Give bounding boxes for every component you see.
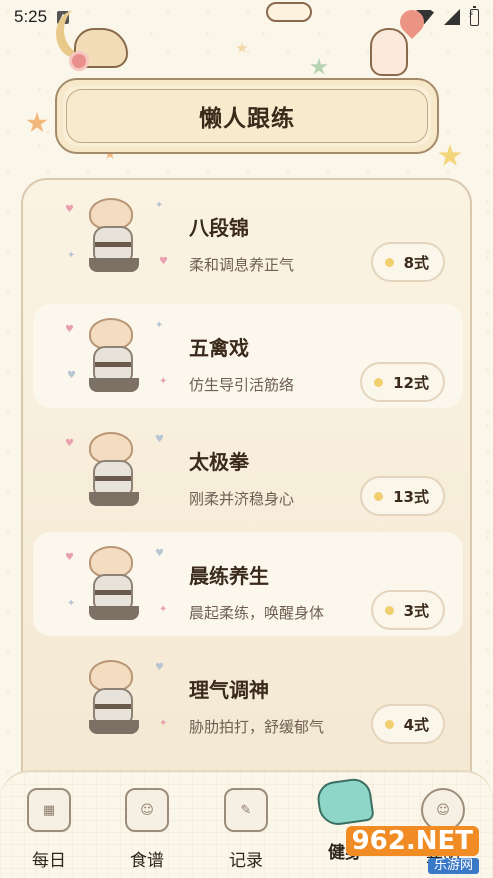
status-time: 5:25 (14, 7, 48, 26)
exercise-count: 4式 (403, 715, 429, 734)
site-watermark: 962.NET 乐游网 (345, 826, 479, 874)
title-banner-inner: 懒人跟练 (66, 89, 428, 143)
exercise-title: 五禽戏 (189, 336, 249, 360)
nav-item-recipes[interactable]: ☺ 食谱 (107, 782, 187, 874)
hamster-exercise-icon: ♥ ✦ ✦ ♥ (59, 194, 169, 280)
hamster-exercise-icon: ♥ ♥ (59, 428, 169, 514)
exercise-subtitle: 刚柔并济稳身心 (189, 490, 295, 508)
page-title: 懒人跟练 (199, 106, 295, 132)
dot-icon (384, 605, 394, 615)
notebook-icon: ✎ (224, 788, 268, 832)
watermark-logo: 962.NET (345, 826, 479, 856)
exercise-card-morning[interactable]: ♥ ♥ ✦ ✦ 晨练养生 晨起柔练，唤醒身体 3式 (33, 532, 463, 636)
exercise-count: 13式 (393, 487, 429, 506)
exercise-card-liqi[interactable]: ♥ ✦ 理气调神 胁肋拍打，舒缓郁气 4式 (33, 646, 463, 750)
bunny-decoration-icon (370, 28, 408, 76)
sneaker-icon (315, 776, 375, 828)
exercise-title: 太极拳 (189, 450, 249, 474)
hamster-exercise-icon: ♥ ♥ ✦ ✦ (59, 542, 169, 628)
watermark-subtitle: 乐游网 (427, 858, 479, 874)
calendar-icon: ▦ (27, 788, 71, 832)
dot-icon (374, 377, 384, 387)
exercise-card-wuqinxi[interactable]: ♥ ✦ ♥ ✦ 五禽戏 仿生导引活筋络 12式 (33, 304, 463, 408)
dot-icon (374, 491, 384, 501)
battery-icon (468, 5, 479, 26)
exercise-count-badge: 13式 (360, 476, 445, 516)
hamster-exercise-icon: ♥ ✦ (59, 656, 169, 742)
exercise-count-badge: 3式 (370, 590, 445, 630)
exercise-title: 晨练养生 (189, 564, 269, 588)
exercise-count-badge: 4式 (370, 704, 445, 744)
nav-label: 食谱 (130, 851, 164, 871)
dot-icon (384, 257, 394, 267)
flower-decoration-icon (72, 54, 86, 68)
cloud-decoration-icon (266, 2, 312, 22)
exercise-count: 12式 (393, 373, 429, 392)
exercise-count-badge: 8式 (370, 242, 445, 282)
dot-icon (384, 719, 394, 729)
exercise-subtitle: 胁肋拍打，舒缓郁气 (189, 718, 325, 736)
nav-label: 记录 (229, 851, 263, 871)
exercise-subtitle: 柔和调息养正气 (189, 256, 295, 274)
chef-icon: ☺ (125, 788, 169, 832)
exercise-count-badge: 12式 (360, 362, 445, 402)
nav-label: 每日 (32, 851, 66, 871)
signal-icon (444, 9, 460, 25)
title-banner: 懒人跟练 (55, 78, 439, 154)
nav-item-records[interactable]: ✎ 记录 (206, 782, 286, 874)
exercise-subtitle: 仿生导引活筋络 (189, 376, 295, 394)
exercise-count: 3式 (403, 601, 429, 620)
exercise-count: 8式 (403, 253, 429, 272)
exercise-title: 理气调神 (189, 678, 269, 702)
nav-item-daily[interactable]: ▦ 每日 (9, 782, 89, 874)
exercise-card-taijiquan[interactable]: ♥ ♥ 太极拳 刚柔并济稳身心 13式 (33, 418, 463, 522)
exercise-subtitle: 晨起柔练，唤醒身体 (189, 604, 325, 622)
exercise-list[interactable]: ♥ ✦ ✦ ♥ 八段锦 柔和调息养正气 8式 ♥ ✦ ♥ ✦ 五禽戏 仿生导引活筋络 1… (21, 178, 472, 818)
exercise-card-baduanjin[interactable]: ♥ ✦ ✦ ♥ 八段锦 柔和调息养正气 8式 (33, 184, 463, 288)
exercise-title: 八段锦 (189, 216, 249, 240)
hamster-exercise-icon: ♥ ✦ ♥ ✦ (59, 314, 169, 400)
